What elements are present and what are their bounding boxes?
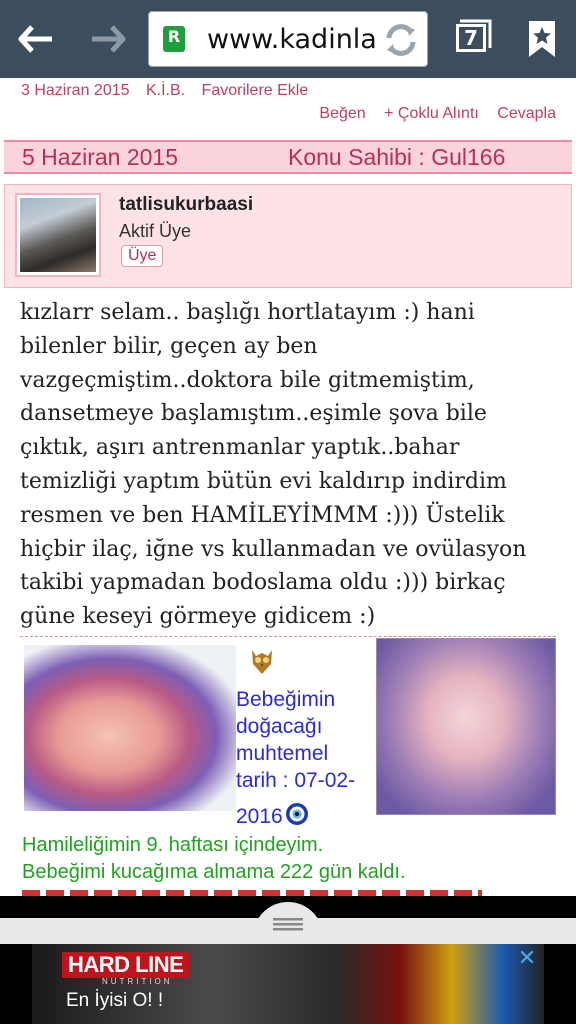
forward-arrow-icon	[92, 25, 126, 53]
post-body: kızlarr selam.. başlığı hortlatayım :) h…	[20, 296, 556, 634]
post-line: takibi yapmadan bodoslama oldu :))) birk…	[20, 570, 506, 596]
ad-banner[interactable]: HARD LINE NUTRITION En İyisi O! !	[32, 944, 544, 1024]
kib-link[interactable]: K.İ.B.	[146, 82, 185, 99]
bookmark-button[interactable]	[508, 0, 576, 78]
ad-slogan: En İyisi O! !	[66, 990, 164, 1011]
owl-icon	[246, 644, 278, 676]
post-header: 5 Haziran 2015 Konu Sahibi : Gul166	[4, 140, 572, 174]
thread-owner[interactable]: Konu Sahibi : Gul166	[288, 144, 505, 171]
post-line: çıktık, aşırı antrenmanlar yaptık..bahar	[20, 435, 460, 461]
post-line: temizliği yaptım bütün evi kaldırıp indi…	[20, 468, 507, 494]
browser-toolbar: R www.kadinla 7	[0, 0, 576, 78]
post-line: hiçbir ilaç, iğne vs kullanmadan ve ovül…	[20, 536, 527, 562]
user-title: Aktif Üye	[119, 221, 192, 241]
like-link[interactable]: Beğen	[319, 105, 365, 122]
tabs-button[interactable]: 7	[440, 0, 506, 78]
favorite-link[interactable]: Favorilere Ekle	[202, 82, 309, 99]
due-line: tarih : 07-02-	[236, 769, 356, 792]
evil-eye-icon	[285, 802, 309, 826]
due-line: doğacağı	[236, 715, 323, 738]
user-info-box: tatlisukurbaasi Aktif Üye Üye	[4, 184, 572, 288]
post-line: kızlarr selam.. başlığı hortlatayım :) h…	[20, 300, 475, 325]
url-bar[interactable]: R www.kadinla	[148, 11, 428, 67]
post-line: vazgeçmiştim..doktora bile gitmemiştim,	[20, 367, 475, 393]
site-favicon-icon: R	[163, 26, 185, 52]
due-year: 2016	[236, 805, 283, 828]
tab-count: 7	[456, 24, 486, 52]
back-button[interactable]	[0, 0, 72, 78]
womb-illustration	[24, 645, 236, 811]
due-date-text: Bebeğimin doğacağı muhtemel tarih : 07-0…	[236, 686, 376, 830]
forward-button[interactable]	[72, 0, 144, 78]
ad-brand-sub: NUTRITION	[102, 977, 173, 986]
role-badge: Üye	[121, 245, 164, 267]
post-line: resmen ve ben HAMİLEYİMMM :))) Üstelik	[20, 502, 505, 528]
ad-brand: HARD LINE	[62, 952, 190, 978]
url-text[interactable]: www.kadinla	[207, 24, 397, 55]
back-arrow-icon	[18, 25, 52, 53]
post-line: dansetmeye başlamıştım..eşimle şova bile	[20, 401, 487, 427]
post-actions: Beğen + Çoklu Alıntı Cevapla	[305, 105, 556, 123]
reload-button[interactable]	[381, 20, 421, 64]
post-line: güne keseyi görmeye gidicem :)	[20, 604, 376, 630]
ad-close-icon[interactable]: ✕	[514, 948, 540, 972]
post-line: bilenler bilir, geçen ay ben	[20, 333, 318, 359]
reload-icon	[386, 24, 416, 56]
due-line: Bebeğimin	[236, 688, 336, 711]
fetus-illustration	[376, 638, 556, 815]
post-date: 5 Haziran 2015	[22, 144, 178, 170]
days-left-text: Bebeğimi kucağıma almama 222 gün kaldı.	[22, 861, 406, 883]
reply-link[interactable]: Cevapla	[497, 105, 556, 122]
menu-lines-icon	[273, 918, 303, 931]
due-line: 2016	[236, 802, 376, 830]
prev-post-meta: 3 Haziran 2015 K.İ.B. Favorilere Ekle	[21, 82, 320, 100]
avatar[interactable]	[15, 193, 101, 277]
due-line: muhtemel	[236, 742, 329, 765]
prev-post-date: 3 Haziran 2015	[21, 82, 130, 99]
username[interactable]: tatlisukurbaasi	[119, 194, 253, 216]
multi-quote-link[interactable]: + Çoklu Alıntı	[384, 105, 479, 122]
bookmark-star-icon	[529, 21, 555, 57]
pregnancy-week-text: Hamileliğimin 9. haftası içindeyim.	[22, 834, 324, 856]
avatar-photo	[20, 198, 96, 272]
signature-divider	[20, 636, 556, 637]
